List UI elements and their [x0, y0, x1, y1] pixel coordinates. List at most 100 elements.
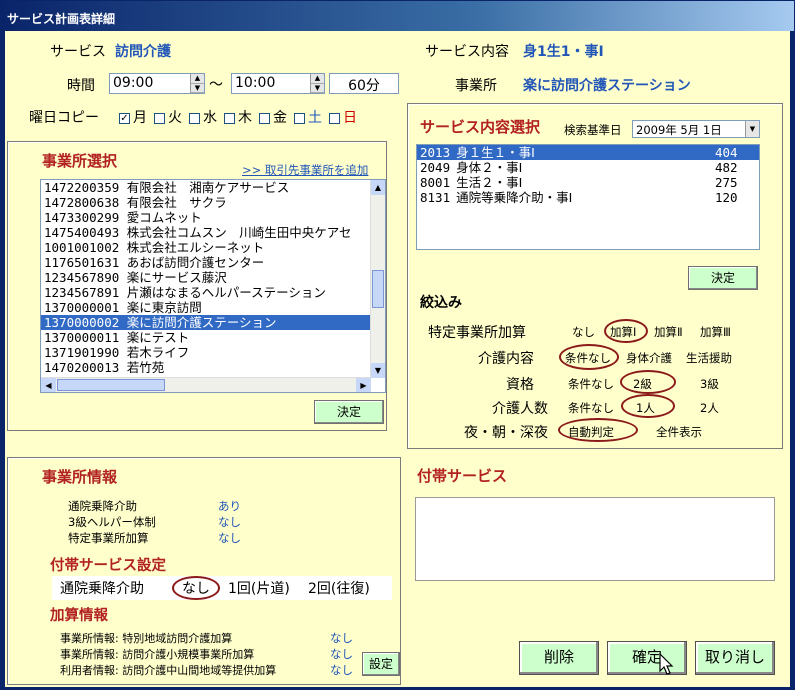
filter-label-count: 介護人数	[492, 401, 548, 417]
weekday-checkbox-5[interactable]	[294, 112, 305, 124]
filter-care-life[interactable]: 生活援助	[686, 350, 732, 366]
service-units: 120	[715, 190, 738, 205]
weekday-checkbox-0[interactable]: ✓	[119, 112, 130, 124]
addition-value: なし	[330, 663, 353, 677]
service-list-rows: 2013 身１生１・事Ⅰ 404 2049 身体２・事Ⅰ 482 8001 生活２・事Ⅰ 275…	[417, 145, 759, 205]
service-list[interactable]: 2013 身１生１・事Ⅰ 404 2049 身体２・事Ⅰ 482 8001 生活２・事Ⅰ 275…	[416, 144, 760, 250]
confirm-button[interactable]: 確定	[607, 641, 687, 675]
addition-setting-button[interactable]: 設定	[362, 652, 400, 676]
list-item[interactable]: 1475400493 株式会社コムスン 川崎生田中央ケアセ	[41, 225, 371, 240]
list-item[interactable]: 1473300299 愛コムネット	[41, 210, 371, 225]
office-list-vscroll[interactable]: ▲ ▼	[370, 180, 385, 378]
filter-count-none[interactable]: 条件なし	[568, 400, 614, 416]
filter-qual-none[interactable]: 条件なし	[568, 376, 614, 392]
filter-qual-3[interactable]: 3級	[700, 376, 719, 392]
attached-service-box[interactable]	[415, 497, 775, 581]
end-time-field[interactable]: 10:00 ▲ ▼	[231, 73, 325, 94]
selection-circle	[621, 394, 675, 418]
list-item[interactable]: 1370000011 楽にテスト	[41, 330, 371, 345]
end-time-spinner[interactable]: ▲ ▼	[310, 74, 324, 93]
add-supplier-link[interactable]: >> 取引先事業所を追加	[242, 162, 368, 178]
list-item[interactable]: 1370000002 楽に訪問介護ステーション	[41, 315, 371, 330]
list-item[interactable]: 1176501631 あおば訪問介護センター	[41, 255, 371, 270]
service-name: 身体２・事Ⅰ	[456, 160, 523, 175]
list-item[interactable]: 1472800638 有限会社 サクラ	[41, 195, 371, 210]
info-label: 特定事業所加算	[68, 531, 149, 545]
office-confirm-button[interactable]: 決定	[314, 400, 384, 424]
info-value: なし	[218, 531, 241, 545]
delete-button[interactable]: 削除	[519, 641, 599, 675]
attached-setting-label: 通院乗降介助	[60, 581, 144, 597]
weekday-checkbox-6[interactable]	[329, 112, 340, 124]
office-select-title: 事業所選択	[42, 152, 118, 170]
cancel-button[interactable]: 取り消し	[695, 641, 775, 675]
addition-value: なし	[330, 647, 353, 661]
addition-label: 事業所情報: 特別地域訪問介護加算	[60, 632, 233, 645]
service-code: 8001	[420, 175, 451, 190]
list-item[interactable]: 8001 生活２・事Ⅰ 275	[417, 175, 759, 190]
weekday-checkbox-1[interactable]	[154, 112, 165, 124]
filter-label-qual: 資格	[506, 377, 534, 393]
list-item[interactable]: 2013 身１生１・事Ⅰ 404	[417, 145, 759, 160]
start-time-value: 09:00	[113, 75, 154, 91]
list-item[interactable]: 1234567891 片瀬はなまるヘルパーステーション	[41, 285, 371, 300]
selection-circle	[172, 576, 220, 600]
weekday-checkboxes: ✓ 月 火 水 木 金 土 日	[119, 107, 364, 127]
filter-label-time: 夜・朝・深夜	[464, 425, 548, 441]
filter-label-special: 特定事業所加算	[428, 325, 526, 341]
attached-oneway[interactable]: 1回(片道)	[228, 578, 290, 598]
filter-special-none[interactable]: なし	[572, 324, 595, 340]
office-list-rows: 1472200359 有限会社 湘南ケアサービス 1472800638 有限会社 …	[41, 180, 371, 375]
weekday-checkbox-2[interactable]	[189, 112, 200, 124]
office-info-panel: 事業所情報 通院乗降介助 あり 3級ヘルパー体制 なし 特定事業所加算 なし 付…	[7, 457, 401, 685]
scroll-right-icon[interactable]: ▶	[356, 378, 371, 392]
list-item[interactable]: 8131 通院等乗降介助・事Ⅰ 120	[417, 190, 759, 205]
start-time-field[interactable]: 09:00 ▲ ▼	[109, 73, 205, 94]
duration-field[interactable]: 60分	[329, 73, 399, 94]
selection-circle	[558, 418, 638, 442]
service-confirm-button[interactable]: 決定	[688, 266, 758, 290]
filter-special-2[interactable]: 加算Ⅱ	[654, 324, 683, 340]
list-item[interactable]: 1472200359 有限会社 湘南ケアサービス	[41, 180, 371, 195]
weekday-label: 月	[133, 110, 147, 126]
scroll-left-icon[interactable]: ◀	[41, 378, 56, 392]
weekday-checkbox-3[interactable]	[224, 112, 235, 124]
scroll-up-icon[interactable]: ▲	[371, 180, 385, 195]
window-title: サービス計画表詳細	[1, 1, 794, 31]
scroll-down-icon[interactable]: ▼	[371, 363, 385, 378]
addition-label: 利用者情報: 訪問介護中山間地域等提供加算	[60, 664, 277, 677]
filter-care-body[interactable]: 身体介護	[626, 350, 672, 366]
office-info-title: 事業所情報	[42, 468, 118, 486]
office-list-hscroll[interactable]: ◀ ▶	[41, 377, 371, 392]
chevron-down-icon[interactable]: ▼	[745, 121, 759, 137]
weekday-label: 土	[308, 110, 322, 126]
filter-special-3[interactable]: 加算Ⅲ	[700, 324, 731, 340]
start-time-spinner[interactable]: ▲ ▼	[190, 74, 204, 93]
service-code: 2049	[420, 160, 451, 175]
service-select-panel: サービス内容選択 検索基準日 2009年 5月 1日 ▼ 2013 身１生１・事Ⅰ…	[407, 103, 783, 449]
dialog-window: サービス計画表詳細 サービス 訪問介護 サービス内容 身1生1・事Ⅰ 時間 09…	[0, 0, 795, 690]
hscroll-thumb[interactable]	[57, 379, 165, 391]
service-label: サービス	[50, 44, 106, 60]
list-item[interactable]: 1234567890 楽にサービス藤沢	[41, 270, 371, 285]
service-name: 通院等乗降介助・事Ⅰ	[456, 190, 573, 205]
office-list[interactable]: 1472200359 有限会社 湘南ケアサービス 1472800638 有限会社 …	[40, 179, 386, 393]
attached-roundtrip[interactable]: 2回(往復)	[308, 578, 370, 598]
list-item[interactable]: 1370000001 楽に東京訪問	[41, 300, 371, 315]
addition-label: 事業所情報: 訪問介護小規模事業所加算	[60, 648, 255, 661]
list-item[interactable]: 1001001002 株式会社エルシーネット	[41, 240, 371, 255]
attached-setting-title: 付帯サービス設定	[50, 558, 166, 574]
tilde-label: ～	[209, 77, 223, 93]
filter-time-all[interactable]: 全件表示	[656, 424, 702, 440]
scroll-thumb[interactable]	[372, 270, 384, 308]
content-value: 身1生1・事Ⅰ	[523, 44, 604, 60]
search-date-select[interactable]: 2009年 5月 1日 ▼	[632, 120, 760, 138]
info-label: 3級ヘルパー体制	[68, 515, 156, 529]
weekday-checkbox-4[interactable]	[259, 112, 270, 124]
list-item[interactable]: 2049 身体２・事Ⅰ 482	[417, 160, 759, 175]
service-units: 275	[715, 175, 738, 190]
list-item[interactable]: 1371901990 若木ライフ	[41, 345, 371, 360]
filter-count-2[interactable]: 2人	[700, 400, 719, 416]
addition-info-title: 加算情報	[50, 608, 108, 624]
list-item[interactable]: 1470200013 若竹苑	[41, 360, 371, 375]
